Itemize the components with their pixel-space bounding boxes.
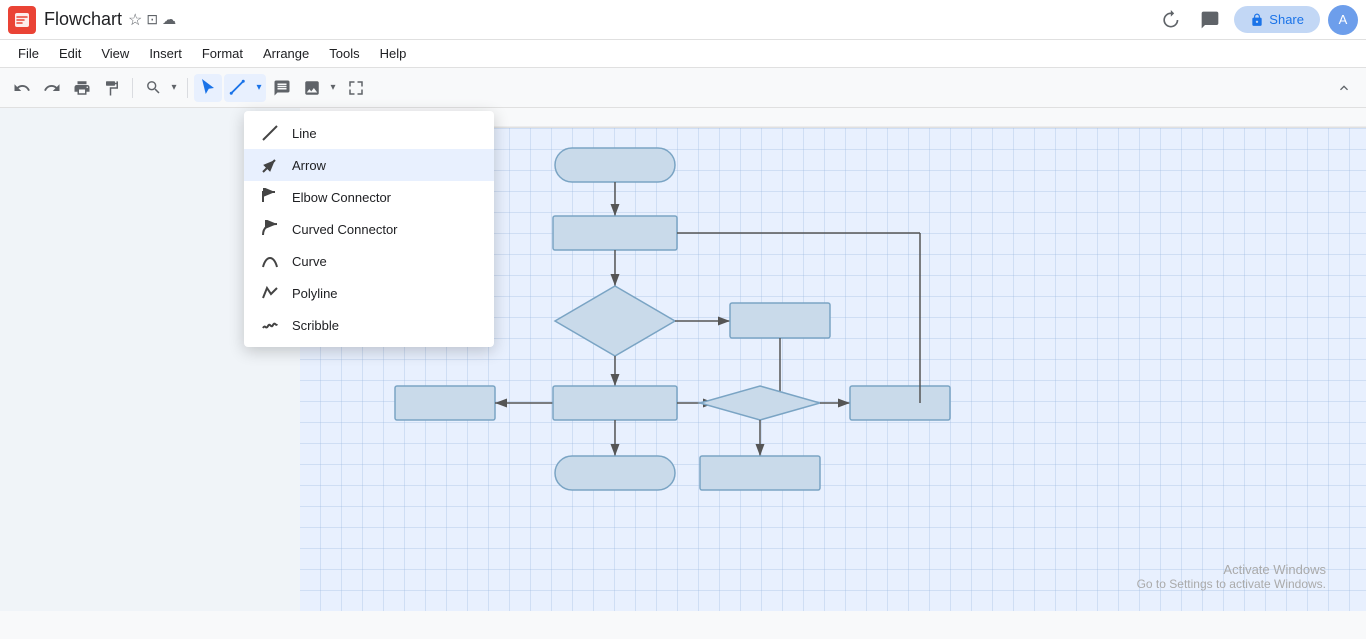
print-button[interactable] xyxy=(68,74,96,102)
image-dropdown-arrow[interactable]: ▾ xyxy=(326,74,340,102)
curved-connector-label: Curved Connector xyxy=(292,222,398,237)
image-tool[interactable]: ▾ xyxy=(298,74,340,102)
elbow-connector-label: Elbow Connector xyxy=(292,190,391,205)
curve-icon xyxy=(260,251,280,271)
dropdown-item-curve[interactable]: Curve xyxy=(244,245,494,277)
curved-connector-icon xyxy=(260,219,280,239)
menu-tools[interactable]: Tools xyxy=(319,42,369,66)
polyline-label: Polyline xyxy=(292,286,338,301)
watermark-line1: Activate Windows xyxy=(1137,562,1326,577)
separator-2 xyxy=(187,78,188,98)
dropdown-item-scribble[interactable]: Scribble xyxy=(244,309,494,341)
arrow-label: Arrow xyxy=(292,158,326,173)
paint-format-button[interactable] xyxy=(98,74,126,102)
curve-label: Curve xyxy=(292,254,327,269)
menu-format[interactable]: Format xyxy=(192,42,253,66)
select-tool[interactable] xyxy=(194,74,222,102)
line-tool-icon xyxy=(224,74,252,102)
line-tool[interactable]: ▾ xyxy=(224,74,266,102)
zoom-icon xyxy=(139,74,167,102)
image-icon xyxy=(298,74,326,102)
scribble-label: Scribble xyxy=(292,318,339,333)
scribble-icon xyxy=(260,315,280,335)
menu-view[interactable]: View xyxy=(91,42,139,66)
comments-button[interactable] xyxy=(1194,4,1226,36)
line-tool-dropdown-arrow[interactable]: ▾ xyxy=(252,74,266,102)
collapse-toolbar-button[interactable] xyxy=(1330,74,1358,102)
menu-help[interactable]: Help xyxy=(370,42,417,66)
redo-button[interactable] xyxy=(38,74,66,102)
share-label: Share xyxy=(1269,12,1304,27)
menu-file[interactable]: File xyxy=(8,42,49,66)
dropdown-item-arrow[interactable]: Arrow xyxy=(244,149,494,181)
menu-insert[interactable]: Insert xyxy=(139,42,192,66)
line-type-dropdown: Line Arrow Elbow Connector Curved C xyxy=(244,111,494,347)
watermark-line2: Go to Settings to activate Windows. xyxy=(1137,577,1326,591)
line-label: Line xyxy=(292,126,317,141)
elbow-connector-icon xyxy=(260,187,280,207)
share-button[interactable]: Share xyxy=(1234,6,1320,33)
star-icon[interactable]: ☆ xyxy=(128,10,142,30)
dropdown-item-curved-connector[interactable]: Curved Connector xyxy=(244,213,494,245)
zoom-control[interactable]: ▾ xyxy=(139,74,181,102)
expand-button[interactable] xyxy=(342,74,370,102)
menu-edit[interactable]: Edit xyxy=(49,42,91,66)
app-logo xyxy=(8,6,36,34)
zoom-dropdown-arrow: ▾ xyxy=(167,74,181,102)
cloud-icon[interactable]: ☁ xyxy=(162,11,176,28)
comment-button[interactable] xyxy=(268,74,296,102)
doc-title: Flowchart xyxy=(44,9,122,30)
folder-icon[interactable]: ⊡ xyxy=(146,11,158,28)
arrow-icon xyxy=(260,155,280,175)
history-button[interactable] xyxy=(1154,4,1186,36)
undo-button[interactable] xyxy=(8,74,36,102)
avatar: A xyxy=(1328,5,1358,35)
menu-arrange[interactable]: Arrange xyxy=(253,42,319,66)
polyline-icon xyxy=(260,283,280,303)
line-icon xyxy=(260,123,280,143)
watermark: Activate Windows Go to Settings to activ… xyxy=(1137,562,1326,591)
separator-1 xyxy=(132,78,133,98)
dropdown-item-polyline[interactable]: Polyline xyxy=(244,277,494,309)
dropdown-item-elbow[interactable]: Elbow Connector xyxy=(244,181,494,213)
dropdown-item-line[interactable]: Line xyxy=(244,117,494,149)
